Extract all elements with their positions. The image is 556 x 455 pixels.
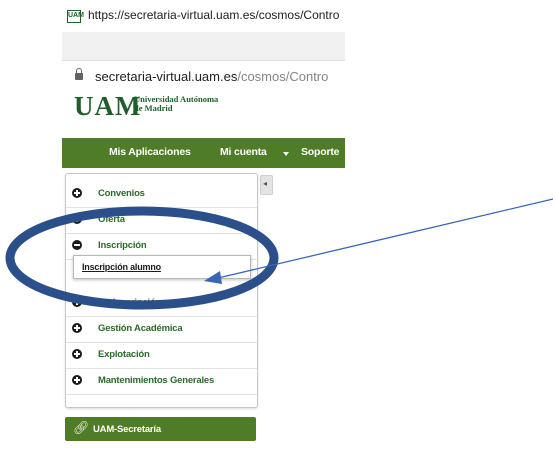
arrowhead-icon: [204, 271, 222, 284]
highlight-ellipse: [5, 206, 279, 310]
annotation-overlay: [5, 198, 554, 310]
